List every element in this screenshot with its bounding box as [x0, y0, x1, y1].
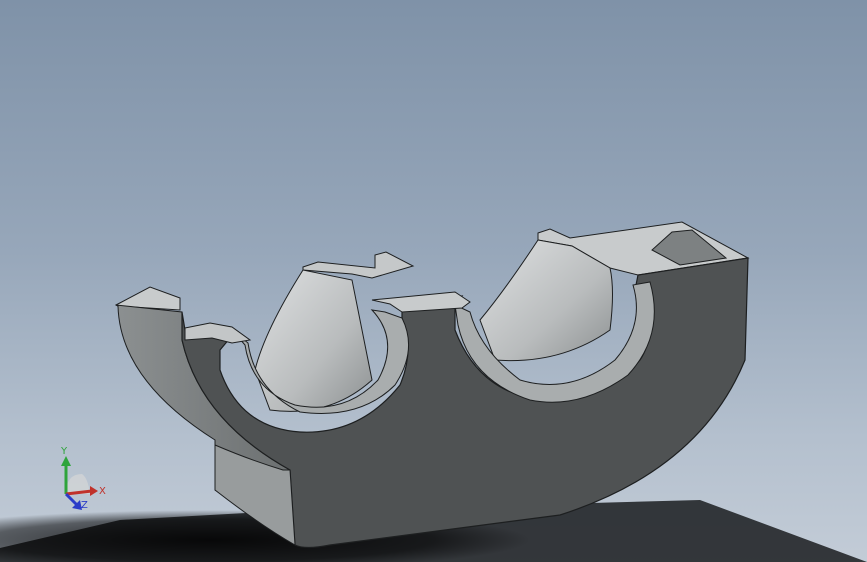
y-axis-arrow [61, 456, 71, 466]
model-canvas [0, 221, 867, 562]
right-bowl-back [479, 239, 613, 362]
graphics-viewport[interactable]: Y X Z [0, 0, 867, 562]
x-axis-arrow [90, 486, 98, 496]
bearing-cap-part[interactable] [114, 221, 750, 549]
y-axis-label: Y [60, 446, 68, 457]
x-axis-label: X [99, 486, 106, 497]
z-axis-label: Z [81, 500, 88, 511]
left-bowl-back [254, 269, 373, 412]
view-orientation-triad[interactable]: Y X Z [52, 442, 112, 517]
